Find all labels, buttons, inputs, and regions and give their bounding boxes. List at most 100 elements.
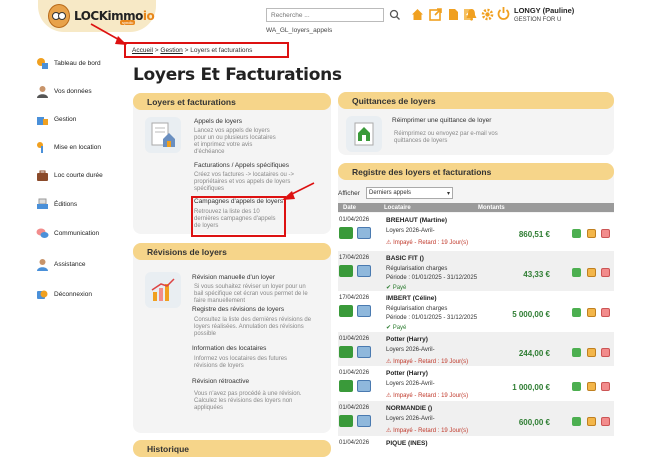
table-row[interactable]: 01/04/2026 BREHAUT (Martine) Loyers 2026-A…	[338, 213, 614, 251]
info-desc-line: révisions de loyers	[194, 363, 244, 369]
reprint-quittance-link[interactable]: Réimprimer une quittance de loyer	[392, 117, 491, 124]
row-tenant[interactable]: Potter (Harry)	[386, 370, 428, 377]
reg-desc-line: possible	[194, 331, 217, 337]
table-row[interactable]: 17/04/2026 IMBERT (Céline) Régularisation …	[338, 291, 614, 332]
delete-icon[interactable]	[601, 348, 610, 357]
camp-desc-line: dernières campagnes d'appels	[194, 216, 276, 222]
row-date: 01/04/2026	[339, 440, 370, 446]
payment-icon[interactable]	[572, 348, 581, 357]
edit-icon[interactable]	[587, 308, 596, 317]
send-mail-icon[interactable]	[357, 415, 371, 427]
registre-table-header: Date Locataire Montants	[338, 203, 614, 212]
table-row[interactable]: 01/04/2026 PIQUE (INES)	[338, 436, 614, 459]
appels-desc-line: pour un ou plusieurs locataires	[194, 135, 276, 141]
delete-icon[interactable]	[601, 308, 610, 317]
send-mail-icon[interactable]	[357, 346, 371, 358]
sidebar-item-data[interactable]: Vos données	[36, 83, 128, 99]
sidebar-item-communication[interactable]: Communication	[36, 225, 128, 241]
breadcrumb-home[interactable]: Accueil	[132, 47, 153, 54]
edit-icon[interactable]	[587, 348, 596, 357]
send-mail-icon[interactable]	[357, 305, 371, 317]
sidebar-item-dashboard[interactable]: Tableau de bord	[36, 55, 128, 71]
row-status: ⚠ Impayé - Retard : 19 Jour(s)	[386, 427, 468, 434]
reg-desc-line: Consultez la liste des dernières révisio…	[194, 317, 312, 323]
row-tenant[interactable]: BASIC FIT ()	[386, 255, 424, 262]
appels-link[interactable]: Appels de loyers	[194, 118, 242, 125]
campagnes-link[interactable]: Campagnes d'appels de loyers	[194, 198, 283, 205]
payment-icon[interactable]	[572, 382, 581, 391]
row-label: Loyers 2026-Avril-	[386, 347, 435, 353]
power-icon[interactable]	[497, 6, 510, 22]
row-status: ✔ Payé	[386, 284, 406, 291]
row-status: ⚠ Impayé - Retard : 19 Jour(s)	[386, 239, 468, 246]
registre-revisions-link[interactable]: Registre des révisions de loyers	[192, 306, 284, 313]
print-receipt-icon[interactable]	[339, 415, 353, 427]
sidebar-item-short-term[interactable]: Loc courte durée	[36, 167, 128, 183]
delete-icon[interactable]	[601, 417, 610, 426]
row-tenant[interactable]: PIQUE (INES)	[386, 440, 428, 447]
col-date: Date	[343, 204, 357, 211]
edit-icon[interactable]	[587, 268, 596, 277]
camp-desc-line: de loyers	[194, 223, 219, 229]
information-locataires-link[interactable]: Information des locataires	[192, 345, 266, 352]
display-label: Afficher	[338, 190, 360, 197]
sidebar-item-gestion[interactable]: Gestion	[36, 111, 128, 127]
row-tenant[interactable]: NORMANDIE ()	[386, 405, 432, 412]
payment-icon[interactable]	[572, 229, 581, 238]
sidebar-item-label: Tableau de bord	[54, 59, 101, 67]
row-date: 01/04/2026	[339, 405, 370, 411]
row-label: Régularisation charges	[386, 266, 448, 272]
appels-desc-line: Lancez vos appels de loyers	[194, 128, 270, 134]
sidebar-item-rental[interactable]: Mise en location	[36, 139, 128, 155]
breadcrumb-sep: >	[154, 46, 159, 54]
row-tenant[interactable]: BREHAUT (Martine)	[386, 217, 447, 224]
print-receipt-icon[interactable]	[339, 380, 353, 392]
search-input[interactable]	[266, 8, 384, 22]
annotation-arrow-campagnes	[282, 182, 315, 200]
loyers-panel-title: Loyers et facturations	[133, 93, 331, 110]
revision-manuelle-link[interactable]: Révision manuelle d'un loyer	[192, 274, 275, 281]
receipt-house-icon	[346, 116, 382, 152]
row-period: Période : 01/01/2025 - 31/12/2025	[386, 275, 478, 281]
display-select-value: Derniers appels	[369, 190, 412, 196]
row-status-text: Payé	[392, 325, 407, 331]
sidebar-item-label: Vos données	[54, 87, 92, 95]
sidebar-item-logout[interactable]: Déconnexion	[36, 286, 128, 302]
revision-retroactive-link[interactable]: Révision rétroactive	[192, 378, 249, 385]
send-mail-icon[interactable]	[357, 227, 371, 239]
external-link-icon[interactable]	[429, 8, 442, 21]
table-row[interactable]: 01/04/2026 Potter (Harry) Loyers 2026-Avri…	[338, 366, 614, 401]
sidebar-item-support[interactable]: Assistance	[36, 256, 128, 272]
facturations-link[interactable]: Facturations / Appels spécifiques	[194, 162, 289, 169]
payment-icon[interactable]	[572, 268, 581, 277]
edit-icon[interactable]	[587, 382, 596, 391]
sidebar-item-label: Communication	[54, 229, 100, 237]
breadcrumb-gestion[interactable]: Gestion	[160, 47, 182, 54]
edit-icon[interactable]	[587, 417, 596, 426]
sidebar-item-label: Mise en location	[54, 143, 101, 151]
home-icon[interactable]	[411, 8, 424, 21]
delete-icon[interactable]	[601, 382, 610, 391]
send-mail-icon[interactable]	[357, 265, 371, 277]
print-receipt-icon[interactable]	[339, 346, 353, 358]
row-tenant[interactable]: IMBERT (Céline)	[386, 295, 437, 302]
send-mail-icon[interactable]	[357, 380, 371, 392]
payment-icon[interactable]	[572, 308, 581, 317]
print-receipt-icon[interactable]	[339, 265, 353, 277]
bell-icon[interactable]	[465, 8, 478, 21]
delete-icon[interactable]	[601, 229, 610, 238]
sidebar-item-editions[interactable]: Éditions	[36, 196, 128, 212]
print-receipt-icon[interactable]	[339, 305, 353, 317]
table-row[interactable]: 01/04/2026 Potter (Harry) Loyers 2026-Avri…	[338, 332, 614, 366]
print-receipt-icon[interactable]	[339, 227, 353, 239]
search-icon[interactable]	[389, 8, 401, 22]
gear-icon[interactable]	[481, 8, 494, 21]
row-tenant[interactable]: Potter (Harry)	[386, 336, 428, 343]
table-row[interactable]: 01/04/2026 NORMANDIE () Loyers 2026-Avril-…	[338, 401, 614, 436]
payment-icon[interactable]	[572, 417, 581, 426]
document-icon[interactable]	[447, 8, 460, 21]
table-row[interactable]: 17/04/2026 BASIC FIT () Régularisation cha…	[338, 251, 614, 291]
delete-icon[interactable]	[601, 268, 610, 277]
display-select[interactable]: Derniers appels ▾	[366, 187, 453, 199]
edit-icon[interactable]	[587, 229, 596, 238]
